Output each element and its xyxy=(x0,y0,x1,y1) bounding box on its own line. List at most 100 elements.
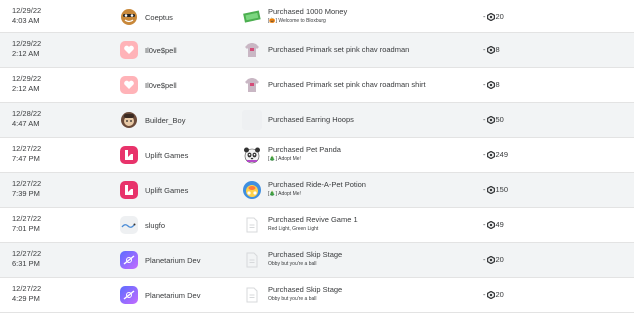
seller-name[interactable]: Planetarium Dev xyxy=(145,256,200,265)
item-subtitle[interactable]: [🎄] Adopt Me! xyxy=(268,190,366,199)
amount-cell: - 20 xyxy=(483,290,504,299)
item-title[interactable]: Purchased 1000 Money xyxy=(268,7,347,17)
item-title[interactable]: Purchased Revive Game 1 xyxy=(268,215,358,225)
robux-icon xyxy=(486,12,495,21)
planet-logo-icon[interactable] xyxy=(120,251,138,269)
heart-avatar-icon[interactable] xyxy=(120,41,138,59)
amount-cell: - 8 xyxy=(483,45,500,54)
panda-icon[interactable] xyxy=(242,145,262,165)
seller-cell: Coeptus xyxy=(120,8,173,26)
amount-value: 20 xyxy=(495,255,504,264)
amount-value: 20 xyxy=(495,290,504,299)
amount-cell: - 150 xyxy=(483,185,508,194)
amount-cell: - 20 xyxy=(483,12,504,21)
seller-name[interactable]: Planetarium Dev xyxy=(145,291,200,300)
table-row: 12/28/22 4:47 AM Builder_Boy Purchased E… xyxy=(0,103,634,138)
transaction-description: Purchased Ride-A-Pet Potion [🎄] Adopt Me… xyxy=(268,180,366,199)
document-icon[interactable] xyxy=(242,285,262,305)
amount-prefix: - xyxy=(483,290,486,299)
amount-value: 8 xyxy=(495,45,500,54)
slug-avatar-icon[interactable] xyxy=(120,216,138,234)
amount-cell: - 20 xyxy=(483,255,504,264)
seller-name[interactable]: Uplift Games xyxy=(145,186,188,195)
robux-icon xyxy=(486,45,495,54)
amount-prefix: - xyxy=(483,150,486,159)
amount-value: 49 xyxy=(495,220,504,229)
time-text: 6:31 PM xyxy=(12,259,40,268)
date-text: 12/29/22 xyxy=(12,6,42,15)
amount-cell: - 8 xyxy=(483,80,500,89)
uplift-logo-icon[interactable] xyxy=(120,181,138,199)
potion-icon[interactable] xyxy=(242,180,262,200)
seller-name[interactable]: Il0ve$pell xyxy=(145,81,177,90)
money-bill-icon[interactable] xyxy=(242,7,262,27)
amount-prefix: - xyxy=(483,45,486,54)
amount-prefix: - xyxy=(483,12,486,21)
date-text: 12/27/22 xyxy=(12,179,42,188)
amount-value: 50 xyxy=(495,115,504,124)
seller-cell: Uplift Games xyxy=(120,181,188,199)
robux-icon xyxy=(486,255,495,264)
uplift-logo-icon[interactable] xyxy=(120,146,138,164)
table-row: 12/27/22 4:29 PM Planetarium Dev Purchas… xyxy=(0,278,634,313)
placeholder-icon[interactable] xyxy=(242,110,262,130)
table-row: 12/29/22 2:12 AM Il0ve$pell Purchased Pr… xyxy=(0,68,634,103)
table-row: 12/27/22 7:39 PM Uplift Games Purchased … xyxy=(0,173,634,208)
item-title[interactable]: Purchased Pet Panda xyxy=(268,145,341,155)
time-text: 2:12 AM xyxy=(12,49,40,58)
item-subtitle[interactable]: [🎄] Adopt Me! xyxy=(268,155,341,164)
amount-cell: - 49 xyxy=(483,220,504,229)
heart-avatar-icon[interactable] xyxy=(120,76,138,94)
shirt-icon[interactable] xyxy=(242,75,262,95)
item-title[interactable]: Purchased Earring Hoops xyxy=(268,115,354,125)
amount-cell: - 249 xyxy=(483,150,508,159)
seller-name[interactable]: Il0ve$pell xyxy=(145,46,177,55)
amount-value: 249 xyxy=(495,150,509,159)
item-title[interactable]: Purchased Primark set pink chav roadman xyxy=(268,45,409,55)
transaction-description: Purchased Revive Game 1 Red Light, Green… xyxy=(268,215,358,234)
cookie-avatar-icon[interactable] xyxy=(120,8,138,26)
robux-icon xyxy=(486,220,495,229)
shirt-icon[interactable] xyxy=(242,40,262,60)
amount-prefix: - xyxy=(483,185,486,194)
seller-cell: Planetarium Dev xyxy=(120,251,200,269)
transaction-description: Purchased Pet Panda [🎄] Adopt Me! xyxy=(268,145,341,164)
seller-cell: Builder_Boy xyxy=(120,111,185,129)
amount-cell: - 50 xyxy=(483,115,504,124)
amount-prefix: - xyxy=(483,80,486,89)
date-text: 12/28/22 xyxy=(12,109,42,118)
seller-name[interactable]: Coeptus xyxy=(145,13,173,22)
seller-name[interactable]: Uplift Games xyxy=(145,151,188,160)
robux-icon xyxy=(486,150,495,159)
item-subtitle[interactable]: Red Light, Green Light xyxy=(268,225,358,234)
transaction-date: 12/29/22 2:12 AM xyxy=(12,74,41,94)
transaction-date: 12/29/22 2:12 AM xyxy=(12,39,41,59)
item-title[interactable]: Purchased Skip Stage xyxy=(268,285,342,295)
seller-name[interactable]: Builder_Boy xyxy=(145,116,185,125)
item-subtitle[interactable]: [🎃] Welcome to Bloxburg xyxy=(268,17,347,26)
transaction-description: Purchased Primark set pink chav roadman … xyxy=(268,80,426,90)
date-text: 12/29/22 xyxy=(12,39,42,48)
amount-value: 20 xyxy=(495,12,504,21)
item-title[interactable]: Purchased Skip Stage xyxy=(268,250,342,260)
avatar-head-icon[interactable] xyxy=(120,111,138,129)
time-text: 4:03 AM xyxy=(12,16,40,25)
transaction-description: Purchased Skip Stage Obby but you're a b… xyxy=(268,250,342,269)
amount-prefix: - xyxy=(483,220,486,229)
item-subtitle[interactable]: Obby but you're a ball xyxy=(268,260,342,269)
item-title[interactable]: Purchased Primark set pink chav roadman … xyxy=(268,80,426,90)
transactions-table: 12/29/22 4:03 AM Coeptus Purchased 1000 … xyxy=(0,0,634,313)
time-text: 2:12 AM xyxy=(12,84,40,93)
transaction-date: 12/29/22 4:03 AM xyxy=(12,6,41,26)
document-icon[interactable] xyxy=(242,215,262,235)
date-text: 12/29/22 xyxy=(12,74,42,83)
planet-logo-icon[interactable] xyxy=(120,286,138,304)
table-row: 12/27/22 7:01 PM slugfo Purchased Revive… xyxy=(0,208,634,243)
item-title[interactable]: Purchased Ride-A-Pet Potion xyxy=(268,180,366,190)
seller-name[interactable]: slugfo xyxy=(145,221,165,230)
transaction-date: 12/27/22 7:47 PM xyxy=(12,144,41,164)
document-icon[interactable] xyxy=(242,250,262,270)
robux-icon xyxy=(486,290,495,299)
time-text: 7:01 PM xyxy=(12,224,40,233)
robux-icon xyxy=(486,185,495,194)
